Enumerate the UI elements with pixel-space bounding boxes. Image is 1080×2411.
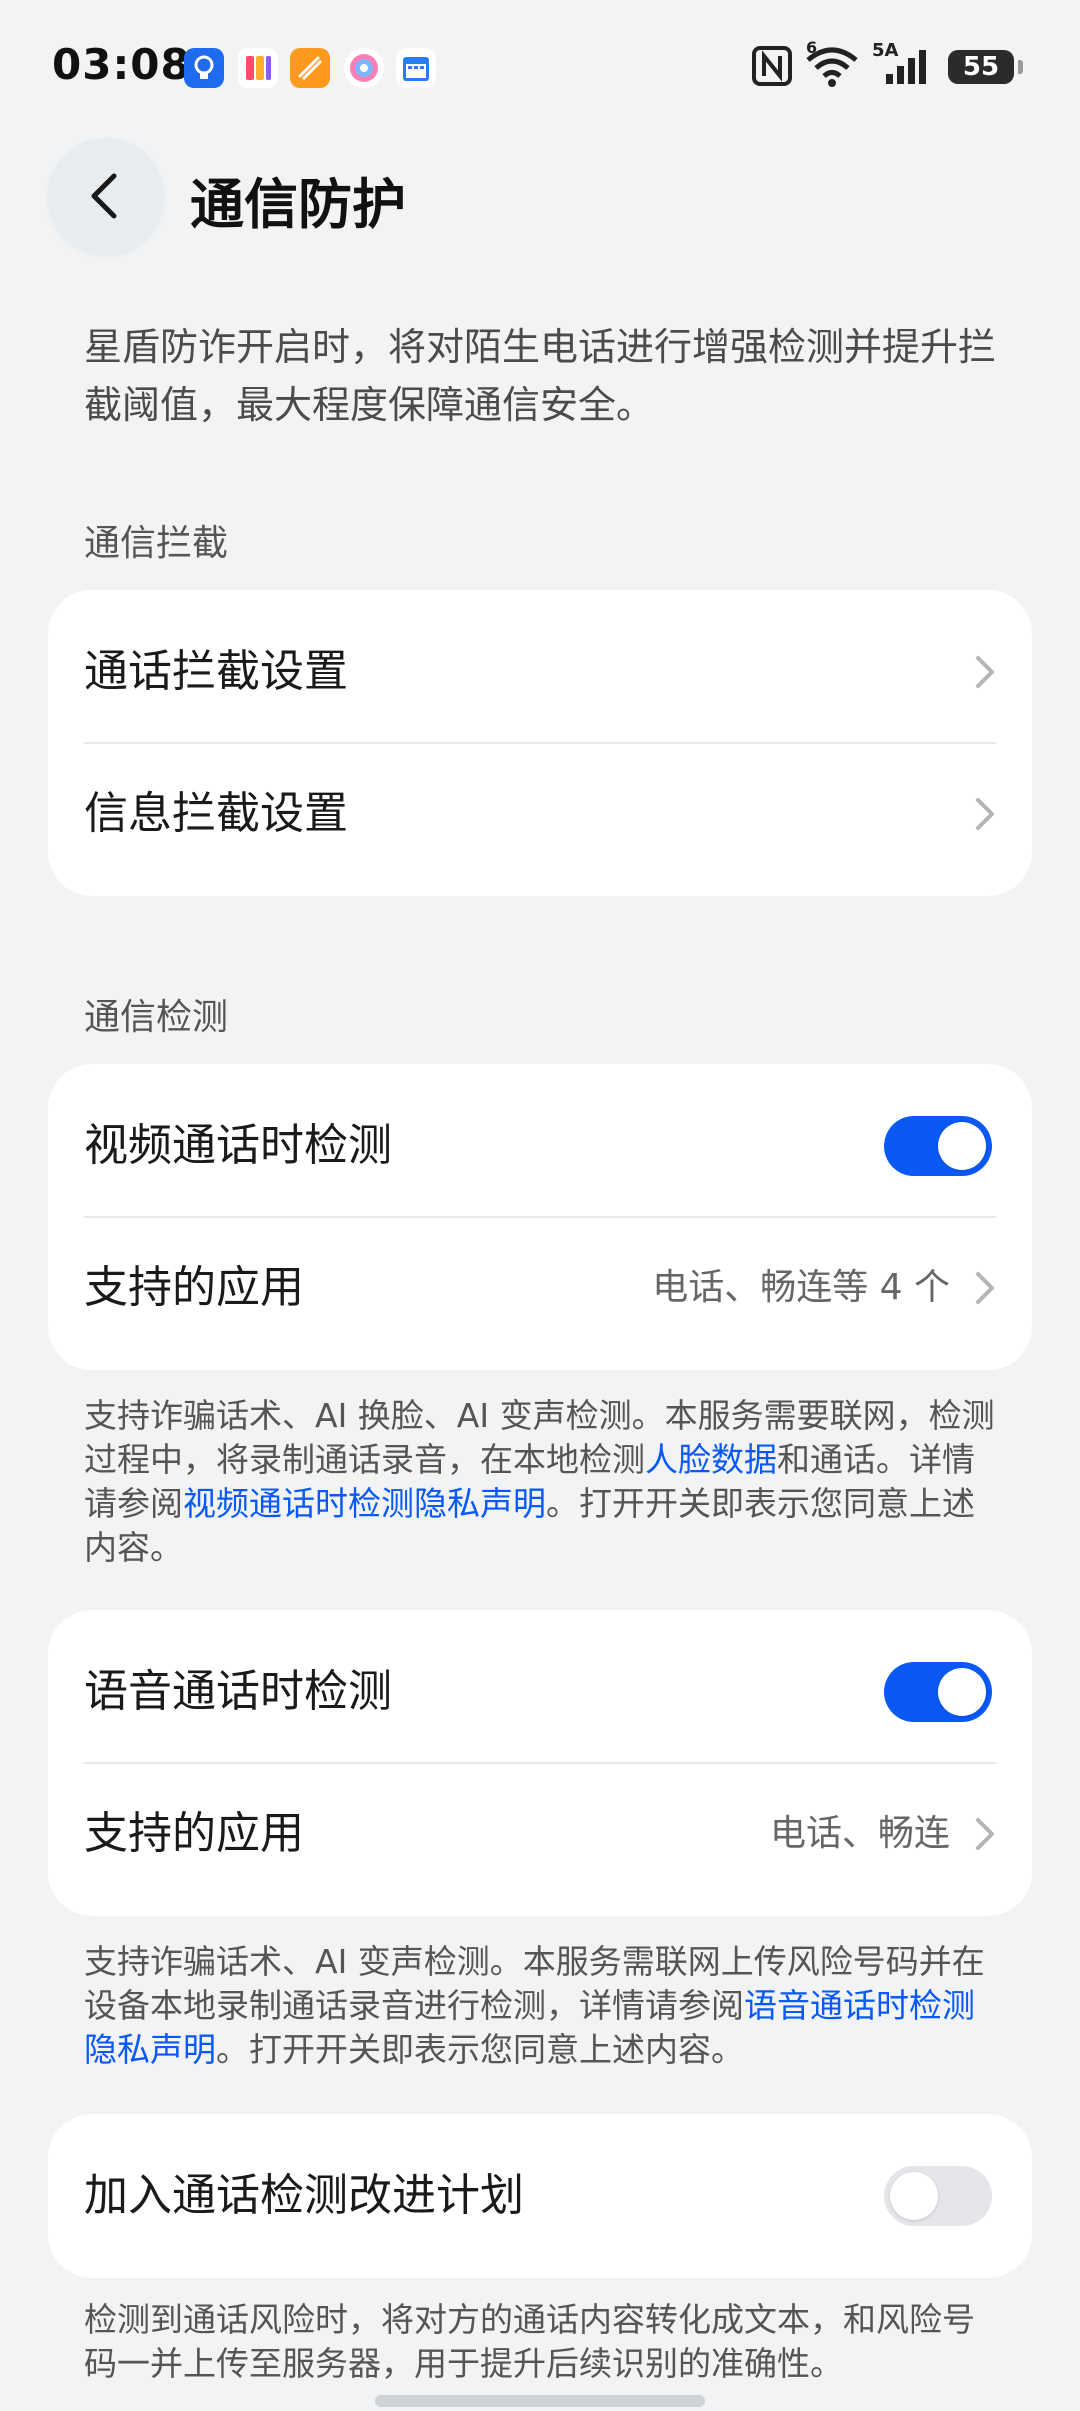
home-indicator[interactable] bbox=[375, 2395, 705, 2407]
nfc-icon bbox=[752, 44, 792, 92]
row-label: 通话拦截设置 bbox=[84, 646, 348, 697]
back-button[interactable] bbox=[48, 138, 164, 254]
voice-call-detection-toggle[interactable] bbox=[884, 1662, 992, 1722]
voice-detection-note: 支持诈骗话术、AI 变声检测。本服务需联网上传风险号码并在设备本地录制通话录音进… bbox=[84, 1940, 1004, 2072]
face-data-link[interactable]: 人脸数据 bbox=[645, 1440, 777, 1479]
video-detection-card: 视频通话时检测 支持的应用 电话、畅连等 4 个 bbox=[48, 1064, 1032, 1370]
voice-detection-card: 语音通话时检测 支持的应用 电话、畅连 bbox=[48, 1610, 1032, 1916]
books-app-icon bbox=[238, 48, 278, 88]
chevron-right-icon bbox=[976, 656, 994, 688]
network-type: 5A bbox=[872, 40, 899, 61]
supported-apps-value: 电话、畅连 bbox=[769, 1813, 950, 1854]
interception-card: 通话拦截设置 信息拦截设置 bbox=[48, 590, 1032, 896]
status-bar: 03:08 6 5A 55 bbox=[0, 0, 1080, 140]
battery-tip bbox=[1018, 60, 1023, 74]
row-label: 支持的应用 bbox=[84, 1808, 304, 1859]
assistant-app-icon bbox=[344, 48, 384, 88]
video-detection-note: 支持诈骗话术、AI 换脸、AI 变声检测。本服务需要联网，检测过程中，将录制通话… bbox=[84, 1394, 1004, 1570]
row-label: 加入通话检测改进计划 bbox=[84, 2170, 524, 2221]
supported-apps-value: 电话、畅连等 4 个 bbox=[652, 1267, 950, 1308]
voice-supported-apps-row[interactable]: 支持的应用 电话、畅连 bbox=[48, 1764, 1032, 1904]
page-title: 通信防护 bbox=[190, 173, 406, 236]
wifi-icon: 6 bbox=[804, 38, 860, 92]
video-supported-apps-row[interactable]: 支持的应用 电话、畅连等 4 个 bbox=[48, 1218, 1032, 1358]
improvement-plan-row: 加入通话检测改进计划 bbox=[48, 2126, 1032, 2266]
video-call-detection-row: 视频通话时检测 bbox=[48, 1076, 1032, 1216]
battery-icon: 55 bbox=[948, 50, 1014, 84]
row-label: 语音通话时检测 bbox=[84, 1666, 392, 1717]
intro-description: 星盾防诈开启时，将对陌生电话进行增强检测并提升拦截阈值，最大程度保障通信安全。 bbox=[84, 325, 997, 427]
status-time: 03:08 bbox=[52, 40, 191, 89]
toggle-knob bbox=[938, 1668, 986, 1716]
chevron-right-icon bbox=[976, 1818, 994, 1850]
calendar-app-icon bbox=[396, 48, 436, 88]
section-header-interception: 通信拦截 bbox=[84, 523, 229, 564]
chevron-right-icon bbox=[976, 798, 994, 830]
section-header-detection: 通信检测 bbox=[84, 997, 229, 1038]
cellular-signal-icon: 5A bbox=[872, 40, 932, 92]
voice-call-detection-row: 语音通话时检测 bbox=[48, 1622, 1032, 1762]
row-label: 支持的应用 bbox=[84, 1262, 304, 1313]
improvement-plan-toggle[interactable] bbox=[884, 2166, 992, 2226]
call-blocking-settings-row[interactable]: 通话拦截设置 bbox=[48, 602, 1032, 742]
chevron-right-icon bbox=[976, 1272, 994, 1304]
improvement-plan-card: 加入通话检测改进计划 bbox=[48, 2114, 1032, 2278]
chevron-left-icon bbox=[91, 173, 117, 219]
improvement-plan-note: 检测到通话风险时，将对方的通话内容转化成文本，和风险号码一并上传至服务器，用于提… bbox=[84, 2300, 975, 2383]
note-text: 。打开开关即表示您同意上述内容。 bbox=[216, 2030, 744, 2069]
message-blocking-settings-row[interactable]: 信息拦截设置 bbox=[48, 744, 1032, 884]
row-label: 视频通话时检测 bbox=[84, 1120, 392, 1171]
video-privacy-statement-link[interactable]: 视频通话时检测隐私声明 bbox=[183, 1484, 546, 1523]
toggle-knob bbox=[938, 1122, 986, 1170]
notes-app-icon bbox=[290, 48, 330, 88]
row-label: 信息拦截设置 bbox=[84, 788, 348, 839]
toggle-knob bbox=[890, 2172, 938, 2220]
lightbulb-app-icon bbox=[184, 48, 224, 88]
wifi-badge: 6 bbox=[806, 38, 818, 57]
video-call-detection-toggle[interactable] bbox=[884, 1116, 992, 1176]
